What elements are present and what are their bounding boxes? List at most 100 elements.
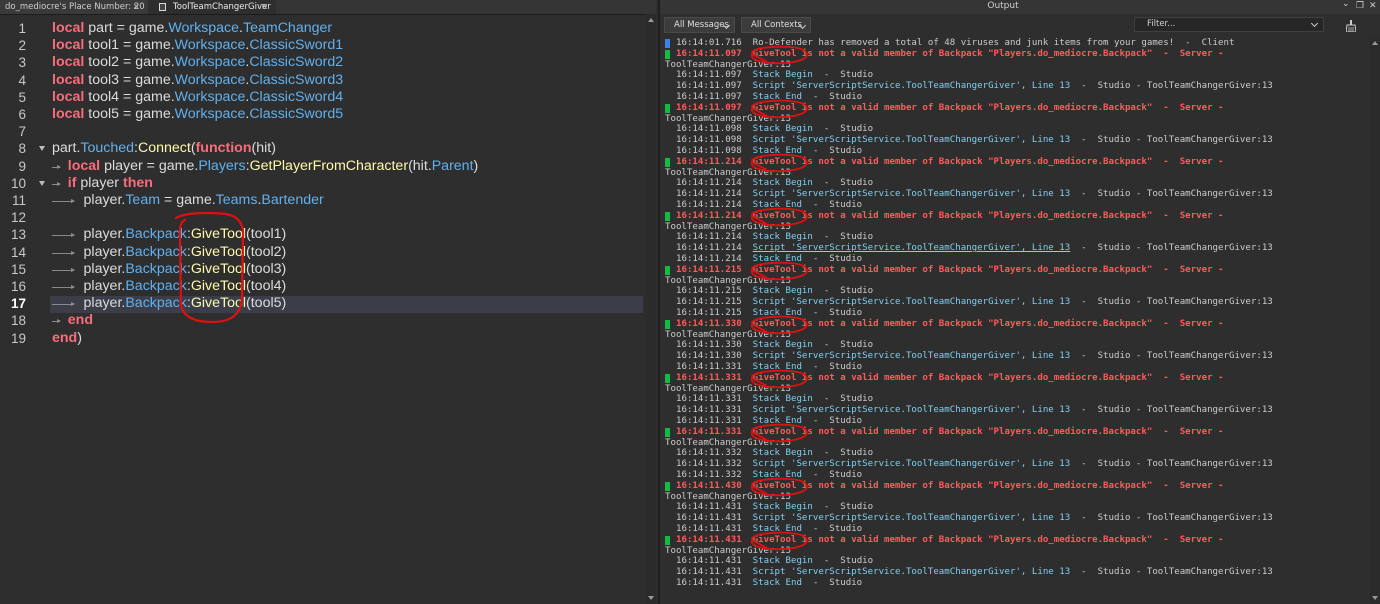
output-log[interactable]: 16:14:01.716 Ro-Defender has removed a t… (660, 37, 1370, 604)
log-entry[interactable]: 16:14:11.332 Stack End - Studio (676, 470, 862, 481)
log-entry[interactable]: 16:14:11.097 Script 'ServerScriptService… (676, 81, 1273, 92)
script-link[interactable]: Script 'ServerScriptService.ToolTeamChan… (753, 459, 1071, 469)
script-link[interactable]: Script 'ServerScriptService.ToolTeamChan… (753, 189, 1071, 199)
log-entry[interactable]: 16:14:11.332 Script 'ServerScriptService… (676, 459, 1273, 470)
fold-arrow-icon[interactable] (39, 146, 45, 152)
log-entry[interactable]: 16:14:11.214 GiveTool is not a valid mem… (676, 157, 1224, 168)
log-entry[interactable]: 16:14:11.098 Stack End - Studio (676, 146, 862, 157)
log-entry[interactable]: 16:14:11.098 Script 'ServerScriptService… (676, 135, 1273, 146)
output-scrollbar[interactable] (1370, 37, 1380, 604)
log-entry[interactable]: 16:14:11.430 GiveTool is not a valid mem… (676, 481, 1224, 492)
close-icon[interactable]: × (260, 0, 268, 14)
log-entry[interactable]: 16:14:11.214 Stack Begin - Studio (676, 232, 873, 243)
code-line[interactable]: player.Backpack:GiveTool(tool2) (52, 244, 287, 261)
log-entry[interactable]: 16:14:11.330 GiveTool is not a valid mem… (676, 319, 1224, 330)
log-entry[interactable]: 16:14:11.097 Stack End - Studio (676, 92, 862, 103)
editor-scrollbar[interactable] (646, 14, 656, 604)
log-entry[interactable]: 16:14:11.431 Stack End - Studio (676, 578, 862, 589)
log-entry[interactable]: 16:14:11.215 Stack End - Studio (676, 308, 862, 319)
log-entry[interactable]: ToolTeamChangerGiver:13 (665, 276, 791, 287)
log-entry[interactable]: ToolTeamChangerGiver:13 (665, 492, 791, 503)
script-link[interactable]: Script 'ServerScriptService.ToolTeamChan… (753, 135, 1071, 145)
chevron-down-icon[interactable]: ⌄ (1342, 0, 1350, 9)
log-entry[interactable]: ToolTeamChangerGiver:13 (665, 60, 791, 71)
code-line[interactable]: local tool2 = game.Workspace.ClassicSwor… (52, 54, 343, 71)
log-entry[interactable]: 16:14:11.431 GiveTool is not a valid mem… (676, 535, 1224, 546)
script-link[interactable]: Script 'ServerScriptService.ToolTeamChan… (753, 81, 1071, 91)
log-entry[interactable]: 16:14:11.215 Script 'ServerScriptService… (676, 297, 1273, 308)
close-icon[interactable]: × (132, 0, 140, 14)
log-entry[interactable]: 16:14:11.431 Stack Begin - Studio (676, 556, 873, 567)
log-entry[interactable]: 16:14:11.214 Stack Begin - Studio (676, 178, 873, 189)
script-link[interactable]: Script 'ServerScriptService.ToolTeamChan… (753, 513, 1071, 523)
log-entry[interactable]: ToolTeamChangerGiver:13 (665, 384, 791, 395)
code-line[interactable]: end) (52, 330, 82, 347)
log-entry[interactable]: ToolTeamChangerGiver:13 (665, 114, 791, 125)
clear-output-icon[interactable] (1346, 20, 1356, 32)
log-entry[interactable]: 16:14:11.098 Stack Begin - Studio (676, 124, 873, 135)
script-editor[interactable]: do_mediocre's Place Number: 20 × ToolTea… (0, 0, 656, 604)
log-time: 16:14:11.331 (676, 416, 742, 426)
log-entry[interactable]: 16:14:11.215 Stack Begin - Studio (676, 286, 873, 297)
scroll-down-icon[interactable] (648, 596, 654, 600)
log-entry[interactable]: 16:14:11.214 Stack End - Studio (676, 254, 862, 265)
log-entry[interactable]: 16:14:11.214 Stack End - Studio (676, 200, 862, 211)
log-entry[interactable]: 16:14:11.097 GiveTool is not a valid mem… (676, 49, 1224, 60)
log-entry[interactable]: 16:14:11.331 Stack Begin - Studio (676, 394, 873, 405)
log-entry[interactable]: 16:14:11.331 GiveTool is not a valid mem… (676, 373, 1224, 384)
restore-icon[interactable]: ❐ (1356, 1, 1364, 11)
log-entry[interactable]: 16:14:11.097 Stack Begin - Studio (676, 70, 873, 81)
log-entry[interactable]: ToolTeamChangerGiver:13 (665, 546, 791, 557)
script-link[interactable]: Script 'ServerScriptService.ToolTeamChan… (753, 405, 1071, 415)
log-entry[interactable]: ToolTeamChangerGiver:13 (665, 168, 791, 179)
tab-script[interactable]: ToolTeamChangerGiver × (148, 0, 276, 14)
log-entry[interactable]: 16:14:11.332 Stack Begin - Studio (676, 448, 873, 459)
code-line[interactable]: local tool3 = game.Workspace.ClassicSwor… (52, 72, 343, 89)
log-entry[interactable]: 16:14:01.716 Ro-Defender has removed a t… (676, 38, 1234, 49)
log-entry[interactable]: 16:14:11.331 Stack End - Studio (676, 362, 862, 373)
scroll-up-icon[interactable] (648, 18, 654, 22)
code-line[interactable]: player.Backpack:GiveTool(tool4) (52, 278, 287, 295)
log-entry[interactable]: ToolTeamChangerGiver:13 (665, 330, 791, 341)
log-entry[interactable]: 16:14:11.331 GiveTool is not a valid mem… (676, 427, 1224, 438)
log-entry[interactable]: 16:14:11.215 GiveTool is not a valid mem… (676, 265, 1224, 276)
log-time: 16:14:11.431 (676, 556, 742, 567)
scroll-down-icon[interactable] (1372, 596, 1378, 600)
close-icon[interactable]: ✕ (1369, 1, 1377, 11)
code-line[interactable]: player.Backpack:GiveTool(tool3) (52, 261, 287, 278)
log-entry[interactable]: 16:14:11.330 Stack Begin - Studio (676, 340, 873, 351)
log-entry[interactable]: 16:14:11.431 Script 'ServerScriptService… (676, 513, 1273, 524)
script-link[interactable]: Script 'ServerScriptService.ToolTeamChan… (753, 297, 1071, 307)
contexts-dropdown[interactable]: All Contexts (741, 17, 811, 33)
log-entry[interactable]: 16:14:11.330 Script 'ServerScriptService… (676, 351, 1273, 362)
code-line[interactable]: player.Team = game.Teams.Bartender (52, 192, 324, 209)
scroll-up-icon[interactable] (1372, 41, 1378, 45)
tab-place[interactable]: do_mediocre's Place Number: 20 × (0, 0, 148, 14)
log-entry[interactable]: 16:14:11.331 Script 'ServerScriptService… (676, 405, 1273, 416)
script-link[interactable]: Script 'ServerScriptService.ToolTeamChan… (753, 567, 1071, 577)
log-entry[interactable]: ToolTeamChangerGiver:13 (665, 438, 791, 449)
messages-dropdown[interactable]: All Messages (664, 17, 735, 33)
code-line[interactable]: player.Backpack:GiveTool(tool1) (52, 226, 287, 243)
code-line[interactable]: part.Touched:Connect(function(hit) (52, 140, 276, 157)
code-line[interactable]: player.Backpack:GiveTool(tool5) (52, 295, 287, 312)
log-entry[interactable]: ToolTeamChangerGiver:13 (665, 222, 791, 233)
code-line[interactable]: local tool1 = game.Workspace.ClassicSwor… (52, 37, 343, 54)
code-line[interactable]: local tool4 = game.Workspace.ClassicSwor… (52, 89, 343, 106)
log-entry[interactable]: 16:14:11.331 Stack End - Studio (676, 416, 862, 427)
code-line[interactable]: local part = game.Workspace.TeamChanger (52, 20, 332, 37)
log-entry[interactable]: 16:14:11.097 GiveTool is not a valid mem… (676, 103, 1224, 114)
script-link[interactable]: Script 'ServerScriptService.ToolTeamChan… (753, 243, 1071, 253)
log-entry[interactable]: 16:14:11.431 Script 'ServerScriptService… (676, 567, 1273, 578)
log-entry[interactable]: 16:14:11.431 Stack Begin - Studio (676, 502, 873, 513)
filter-input[interactable]: Filter... (1134, 17, 1324, 32)
code-line[interactable]: local player = game.Players:GetPlayerFro… (52, 158, 478, 175)
log-entry[interactable]: 16:14:11.214 Script 'ServerScriptService… (676, 189, 1273, 200)
script-link[interactable]: Script 'ServerScriptService.ToolTeamChan… (753, 351, 1071, 361)
log-entry[interactable]: 16:14:11.214 GiveTool is not a valid mem… (676, 211, 1224, 222)
code-line[interactable]: local tool5 = game.Workspace.ClassicSwor… (52, 106, 343, 123)
log-entry[interactable]: 16:14:11.214 Script 'ServerScriptService… (676, 243, 1273, 254)
code-line[interactable]: if player then (52, 175, 153, 192)
log-entry[interactable]: 16:14:11.431 Stack End - Studio (676, 524, 862, 535)
fold-arrow-icon[interactable] (39, 180, 45, 186)
